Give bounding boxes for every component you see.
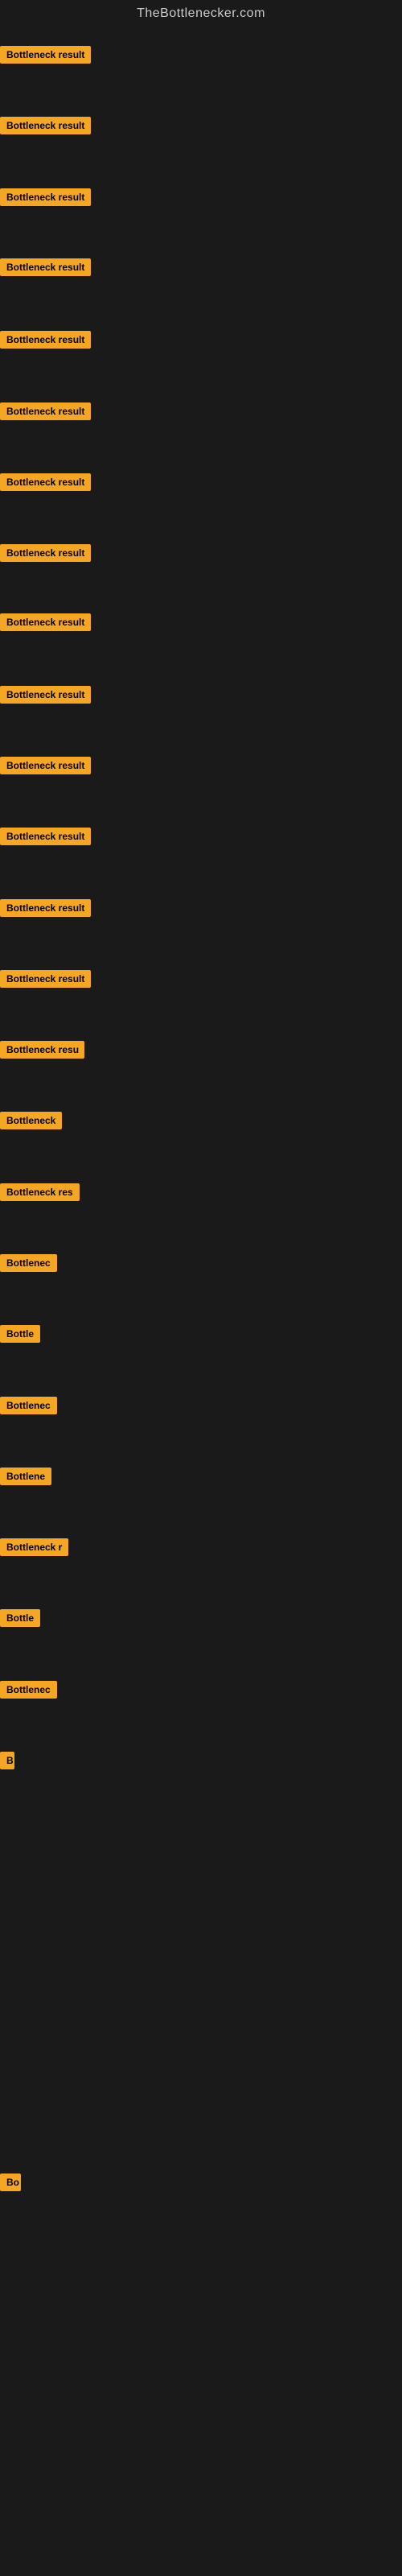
bottleneck-badge-1: Bottleneck result — [0, 117, 91, 134]
bottleneck-badge-5: Bottleneck result — [0, 402, 91, 420]
bottleneck-badge-7: Bottleneck result — [0, 544, 91, 562]
bottleneck-badge-12: Bottleneck result — [0, 899, 91, 917]
bottleneck-badge-13: Bottleneck result — [0, 970, 91, 988]
bottleneck-badge-18: Bottle — [0, 1325, 40, 1343]
bottleneck-item-4[interactable]: Bottleneck result — [0, 331, 91, 353]
bottleneck-badge-15: Bottleneck — [0, 1112, 62, 1129]
bottleneck-badge-21: Bottleneck r — [0, 1538, 68, 1556]
bottleneck-badge-9: Bottleneck result — [0, 686, 91, 704]
bottleneck-item-19[interactable]: Bottlenec — [0, 1397, 57, 1418]
bottleneck-item-21[interactable]: Bottleneck r — [0, 1538, 68, 1560]
bottleneck-item-7[interactable]: Bottleneck result — [0, 544, 91, 566]
bottleneck-badge-19: Bottlenec — [0, 1397, 57, 1414]
bottleneck-item-1[interactable]: Bottleneck result — [0, 117, 91, 138]
bottleneck-item-16[interactable]: Bottleneck res — [0, 1183, 80, 1205]
bottleneck-badge-0: Bottleneck result — [0, 46, 91, 64]
bottleneck-badge-14: Bottleneck resu — [0, 1041, 84, 1059]
bottleneck-badge-8: Bottleneck result — [0, 613, 91, 631]
bottleneck-item-15[interactable]: Bottleneck — [0, 1112, 62, 1133]
bottleneck-item-23[interactable]: Bottlenec — [0, 1681, 57, 1703]
bottleneck-badge-11: Bottleneck result — [0, 828, 91, 845]
bottleneck-item-13[interactable]: Bottleneck result — [0, 970, 91, 992]
bottleneck-badge-17: Bottlenec — [0, 1254, 57, 1272]
bottleneck-item-25[interactable]: Bo — [0, 2174, 21, 2195]
bottleneck-badge-25: Bo — [0, 2174, 21, 2191]
bottleneck-item-24[interactable]: B — [0, 1752, 14, 1773]
bottleneck-item-20[interactable]: Bottlene — [0, 1468, 51, 1489]
bottleneck-badge-22: Bottle — [0, 1609, 40, 1627]
bottleneck-item-17[interactable]: Bottlenec — [0, 1254, 57, 1276]
bottleneck-item-5[interactable]: Bottleneck result — [0, 402, 91, 424]
bottleneck-badge-4: Bottleneck result — [0, 331, 91, 349]
bottleneck-badge-20: Bottlene — [0, 1468, 51, 1485]
bottleneck-item-6[interactable]: Bottleneck result — [0, 473, 91, 495]
bottleneck-item-0[interactable]: Bottleneck result — [0, 46, 91, 68]
bottleneck-item-18[interactable]: Bottle — [0, 1325, 40, 1347]
site-title: TheBottlenecker.com — [0, 0, 402, 27]
bottleneck-item-9[interactable]: Bottleneck result — [0, 686, 91, 708]
bottleneck-badge-2: Bottleneck result — [0, 188, 91, 206]
bottleneck-item-8[interactable]: Bottleneck result — [0, 613, 91, 635]
bottleneck-item-3[interactable]: Bottleneck result — [0, 258, 91, 280]
bottleneck-item-10[interactable]: Bottleneck result — [0, 757, 91, 778]
bottleneck-badge-23: Bottlenec — [0, 1681, 57, 1699]
bottleneck-item-2[interactable]: Bottleneck result — [0, 188, 91, 210]
bottleneck-badge-3: Bottleneck result — [0, 258, 91, 276]
bottleneck-item-12[interactable]: Bottleneck result — [0, 899, 91, 921]
bottleneck-badge-24: B — [0, 1752, 14, 1769]
bottleneck-item-11[interactable]: Bottleneck result — [0, 828, 91, 849]
bottleneck-badge-16: Bottleneck res — [0, 1183, 80, 1201]
bottleneck-badge-6: Bottleneck result — [0, 473, 91, 491]
bottleneck-item-22[interactable]: Bottle — [0, 1609, 40, 1631]
bottleneck-badge-10: Bottleneck result — [0, 757, 91, 774]
bottleneck-item-14[interactable]: Bottleneck resu — [0, 1041, 84, 1063]
